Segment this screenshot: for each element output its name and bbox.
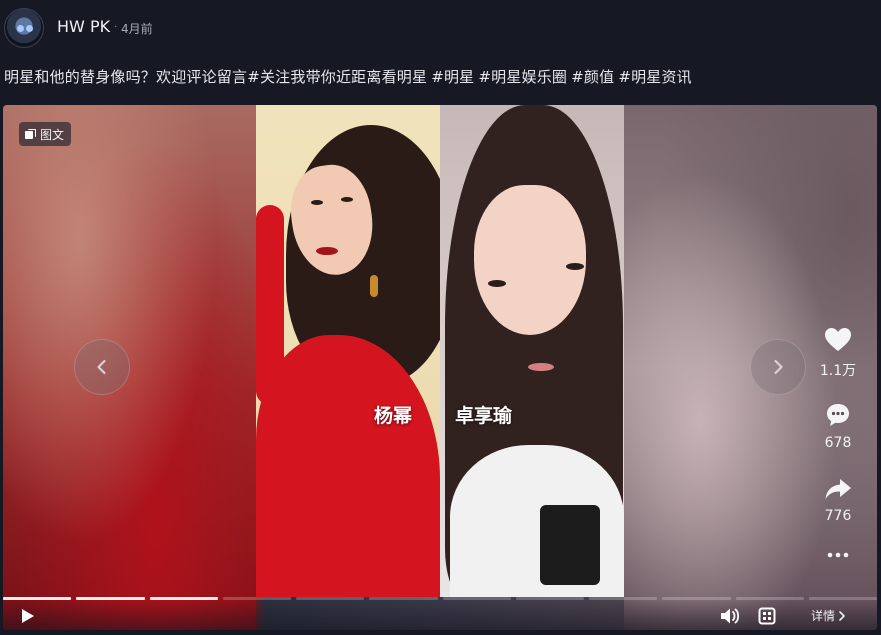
arm-shape bbox=[256, 205, 284, 405]
hashtag-looks[interactable]: #颜值 bbox=[571, 68, 614, 86]
comment-count: 678 bbox=[824, 435, 852, 451]
avatar[interactable] bbox=[4, 8, 44, 48]
post-time: 4月前 bbox=[121, 22, 153, 36]
previous-image-button[interactable] bbox=[74, 339, 130, 395]
like-button[interactable]: 1.1万 bbox=[811, 327, 865, 380]
chevron-right-icon bbox=[774, 359, 783, 375]
gallery-icon bbox=[25, 128, 36, 140]
caption-name-left: 杨幂 bbox=[374, 405, 413, 427]
username[interactable]: HW PK bbox=[57, 17, 110, 36]
white-shirt-shape bbox=[450, 445, 624, 597]
more-options-button[interactable] bbox=[811, 551, 865, 559]
more-dots-icon bbox=[827, 552, 849, 558]
share-button[interactable]: 776 bbox=[811, 477, 865, 524]
play-button[interactable] bbox=[21, 608, 35, 628]
caption-name-right: 卓享瑜 bbox=[455, 405, 513, 427]
eye-shape bbox=[566, 263, 584, 270]
share-count: 776 bbox=[824, 508, 852, 524]
post-caption: 明星和他的替身像吗？欢迎评论留言#关注我带你近距离看明星 #明星 #明星娱乐圈 #颜值… bbox=[4, 66, 692, 87]
volume-button[interactable] bbox=[720, 607, 740, 629]
comment-button[interactable]: 678 bbox=[811, 402, 865, 451]
details-label: 详情 bbox=[811, 609, 836, 623]
media-player[interactable]: 杨幂 卓享瑜 图文 1.1万 678 776 详情 bbox=[3, 105, 877, 630]
eye-shape bbox=[311, 200, 323, 205]
hashtag-news[interactable]: #明星资讯 bbox=[618, 68, 692, 86]
badge-label: 图文 bbox=[40, 127, 65, 142]
fullscreen-icon bbox=[758, 607, 776, 625]
caption-text: 明星和他的替身像吗？欢迎评论留言 bbox=[4, 68, 248, 86]
separator-dot: · bbox=[114, 20, 118, 33]
photo-lookalike bbox=[440, 105, 624, 597]
face-shape bbox=[474, 185, 586, 335]
like-count: 1.1万 bbox=[819, 363, 857, 379]
hashtag-entertainment[interactable]: #明星娱乐圈 bbox=[478, 68, 567, 86]
comment-icon bbox=[827, 404, 849, 426]
lip-shape bbox=[316, 247, 338, 255]
heart-icon bbox=[825, 328, 851, 351]
chevron-right-icon bbox=[839, 610, 845, 621]
details-link[interactable]: 详情 bbox=[811, 607, 846, 624]
fullscreen-button[interactable] bbox=[758, 607, 776, 629]
post-header: HW PK · 4月前 bbox=[0, 0, 881, 56]
eye-shape bbox=[341, 197, 353, 202]
speaker-icon bbox=[721, 608, 740, 624]
lip-shape bbox=[528, 363, 554, 371]
earring-shape bbox=[370, 275, 378, 297]
hashtag-star[interactable]: #明星 bbox=[431, 68, 474, 86]
play-icon bbox=[22, 609, 34, 623]
avatar-eye-left bbox=[17, 25, 24, 32]
shirt-print bbox=[540, 505, 600, 585]
photo-celebrity bbox=[256, 105, 440, 597]
player-controls: 详情 bbox=[3, 600, 877, 630]
image-post-badge: 图文 bbox=[19, 122, 72, 146]
next-image-button[interactable] bbox=[750, 339, 806, 395]
eye-shape bbox=[488, 280, 506, 287]
share-arrow-icon bbox=[825, 479, 851, 499]
chevron-left-icon bbox=[97, 359, 106, 375]
avatar-eye-right bbox=[26, 25, 33, 32]
hashtag-follow[interactable]: #关注我带你近距离看明星 bbox=[247, 68, 427, 86]
